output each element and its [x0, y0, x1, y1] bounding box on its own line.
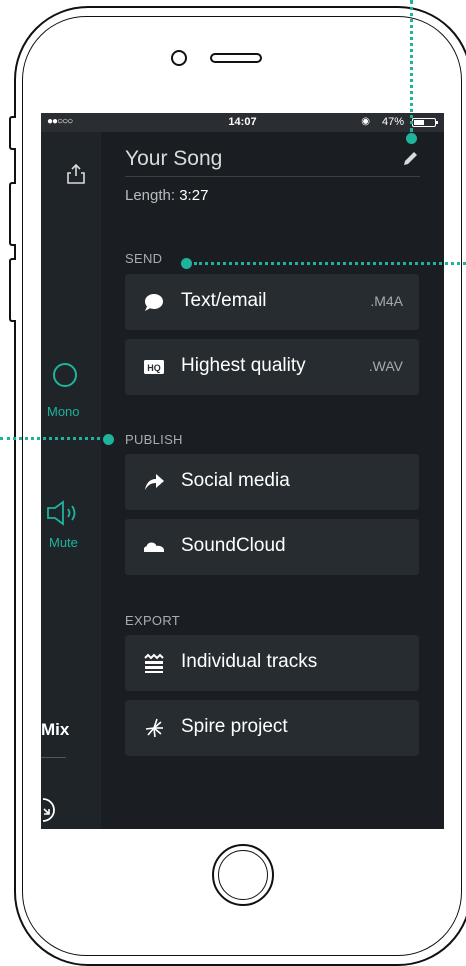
row-label: SoundCloud	[181, 535, 286, 556]
section-send-label: SEND	[125, 251, 163, 266]
share-arrow-icon	[145, 474, 164, 490]
callout-dot-publish	[103, 434, 114, 445]
file-extension: .WAV	[368, 358, 403, 374]
row-label: Social media	[181, 470, 290, 491]
status-bar: ●●○○○ 14:07 ◉ 47%	[41, 113, 444, 132]
row-label: Individual tracks	[181, 651, 318, 672]
length-label: Length:	[125, 187, 176, 204]
refresh-icon[interactable]	[41, 795, 63, 825]
battery-icon	[412, 118, 438, 127]
svg-text:HQ: HQ	[147, 363, 161, 373]
callout-dot-send	[181, 258, 192, 269]
soundcloud-icon	[144, 542, 164, 552]
row-label: Spire project	[181, 716, 288, 737]
side-button-volume-up	[9, 182, 16, 246]
earpiece-speaker	[210, 53, 262, 63]
length-info: Length: 3:27	[125, 187, 208, 204]
mono-toggle-icon[interactable]	[53, 363, 77, 387]
divider	[41, 757, 66, 758]
callout-line-edit	[410, 0, 413, 132]
mono-label: Mono	[47, 404, 80, 419]
length-value: 3:27	[179, 187, 209, 204]
speech-bubble-icon	[145, 294, 163, 311]
export-spire-project-button[interactable]: Spire project	[125, 700, 419, 756]
pencil-icon[interactable]	[401, 150, 419, 168]
front-camera	[171, 50, 187, 66]
send-highest-quality-button[interactable]: HQ Highest quality .WAV	[125, 339, 419, 395]
file-extension: .M4A	[370, 293, 403, 309]
export-individual-tracks-button[interactable]: Individual tracks	[125, 635, 419, 691]
mute-label: Mute	[49, 535, 78, 550]
row-label: Text/email	[181, 290, 267, 311]
side-button-mute-switch	[9, 116, 16, 150]
section-export-label: EXPORT	[125, 613, 181, 628]
send-text-email-button[interactable]: Text/email .M4A	[125, 274, 419, 330]
speaker-icon[interactable]	[46, 499, 86, 527]
title-underline	[125, 176, 420, 177]
left-sidebar: Mono Mute Mix	[41, 132, 101, 829]
tab-mix[interactable]: Mix	[41, 720, 69, 740]
rotation-lock-icon: ◉	[361, 116, 370, 127]
song-title[interactable]: Your Song	[125, 147, 222, 171]
screen: ●●○○○ 14:07 ◉ 47% Mono Mute Mix Your Son…	[41, 113, 444, 829]
callout-line-publish	[0, 437, 100, 440]
section-publish-label: PUBLISH	[125, 432, 183, 447]
tracks-icon	[144, 653, 164, 673]
battery-percent: 47%	[381, 116, 404, 128]
row-label: Highest quality	[181, 355, 306, 376]
side-button-volume-down	[9, 258, 16, 322]
callout-line-send	[194, 262, 466, 265]
share-icon[interactable]	[66, 163, 86, 185]
callout-dot-edit	[406, 133, 417, 144]
home-button[interactable]	[212, 844, 274, 906]
publish-social-media-button[interactable]: Social media	[125, 454, 419, 510]
publish-soundcloud-button[interactable]: SoundCloud	[125, 519, 419, 575]
hq-icon: HQ	[144, 360, 164, 374]
spire-icon	[145, 718, 163, 738]
